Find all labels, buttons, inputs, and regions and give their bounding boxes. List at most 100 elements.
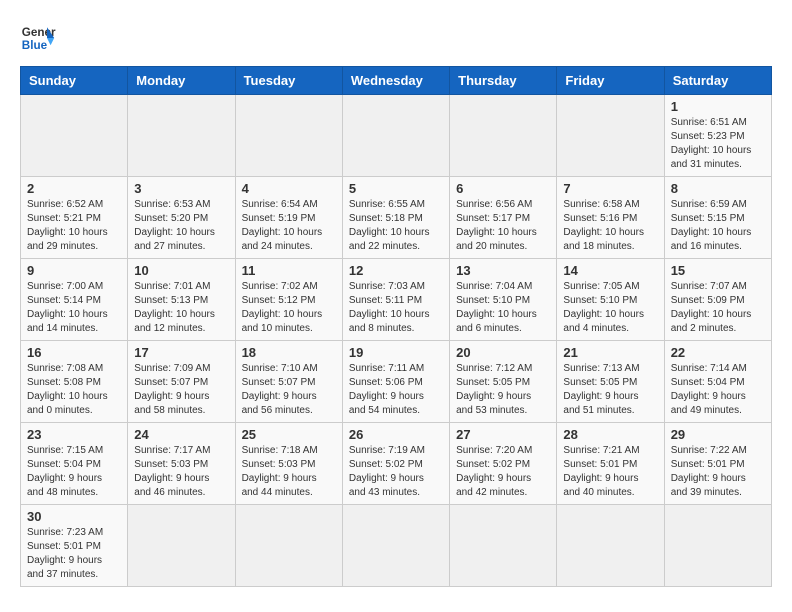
- day-number: 22: [671, 345, 765, 360]
- day-info: Sunrise: 7:12 AM Sunset: 5:05 PM Dayligh…: [456, 362, 550, 418]
- day-number: 2: [27, 181, 121, 196]
- day-number: 12: [349, 263, 443, 278]
- weekday-header-saturday: Saturday: [664, 67, 771, 95]
- calendar-week-row: 2Sunrise: 6:52 AM Sunset: 5:21 PM Daylig…: [21, 177, 772, 259]
- day-number: 21: [563, 345, 657, 360]
- calendar-day-cell: 18 Sunrise: 7:10 AM Sunset: 5:07 PM Dayli…: [235, 341, 342, 423]
- calendar-day-cell: 4Sunrise: 6:54 AM Sunset: 5:19 PM Daylig…: [235, 177, 342, 259]
- day-info: Sunrise: 7:01 AM Sunset: 5:13 PM Dayligh…: [134, 280, 228, 336]
- calendar-day-cell: 3 Sunrise: 6:53 AM Sunset: 5:20 PM Daylig…: [128, 177, 235, 259]
- day-number: 14: [563, 263, 657, 278]
- calendar-week-row: 16 Sunrise: 7:08 AM Sunset: 5:08 PM Dayli…: [21, 341, 772, 423]
- day-info: Sunrise: 7:17 AM Sunset: 5:03 PM Dayligh…: [134, 444, 228, 500]
- day-info: Sunrise: 6:56 AM Sunset: 5:17 PM Dayligh…: [456, 198, 550, 254]
- calendar-day-cell: [450, 95, 557, 177]
- logo-icon: General Blue: [20, 20, 56, 56]
- calendar-day-cell: [450, 505, 557, 587]
- calendar-day-cell: [557, 505, 664, 587]
- day-number: 30: [27, 509, 121, 524]
- day-info: Sunrise: 6:51 AM Sunset: 5:23 PM Dayligh…: [671, 116, 765, 172]
- calendar-day-cell: 29 Sunrise: 7:22 AM Sunset: 5:01 PM Dayli…: [664, 423, 771, 505]
- day-info: Sunrise: 7:14 AM Sunset: 5:04 PM Dayligh…: [671, 362, 765, 418]
- day-info: Sunrise: 7:11 AM Sunset: 5:06 PM Dayligh…: [349, 362, 443, 418]
- day-number: 9: [27, 263, 121, 278]
- day-info: Sunrise: 7:05 AM Sunset: 5:10 PM Dayligh…: [563, 280, 657, 336]
- day-number: 3: [134, 181, 228, 196]
- day-number: 6: [456, 181, 550, 196]
- day-info: Sunrise: 7:10 AM Sunset: 5:07 PM Dayligh…: [242, 362, 336, 418]
- calendar-day-cell: 23 Sunrise: 7:15 AM Sunset: 5:04 PM Dayli…: [21, 423, 128, 505]
- weekday-header-wednesday: Wednesday: [342, 67, 449, 95]
- day-info: Sunrise: 6:59 AM Sunset: 5:15 PM Dayligh…: [671, 198, 765, 254]
- calendar-day-cell: 22 Sunrise: 7:14 AM Sunset: 5:04 PM Dayli…: [664, 341, 771, 423]
- day-info: Sunrise: 6:54 AM Sunset: 5:19 PM Dayligh…: [242, 198, 336, 254]
- calendar-day-cell: [128, 505, 235, 587]
- day-number: 26: [349, 427, 443, 442]
- calendar-day-cell: 17 Sunrise: 7:09 AM Sunset: 5:07 PM Dayli…: [128, 341, 235, 423]
- day-info: Sunrise: 6:58 AM Sunset: 5:16 PM Dayligh…: [563, 198, 657, 254]
- calendar-day-cell: 25Sunrise: 7:18 AM Sunset: 5:03 PM Dayli…: [235, 423, 342, 505]
- calendar-day-cell: [235, 95, 342, 177]
- calendar-day-cell: [664, 505, 771, 587]
- calendar-day-cell: 27 Sunrise: 7:20 AM Sunset: 5:02 PM Dayli…: [450, 423, 557, 505]
- day-info: Sunrise: 7:03 AM Sunset: 5:11 PM Dayligh…: [349, 280, 443, 336]
- calendar-day-cell: 19Sunrise: 7:11 AM Sunset: 5:06 PM Dayli…: [342, 341, 449, 423]
- calendar-day-cell: [21, 95, 128, 177]
- day-number: 1: [671, 99, 765, 114]
- day-number: 5: [349, 181, 443, 196]
- day-info: Sunrise: 7:08 AM Sunset: 5:08 PM Dayligh…: [27, 362, 121, 418]
- logo: General Blue: [20, 20, 56, 56]
- day-number: 23: [27, 427, 121, 442]
- day-info: Sunrise: 7:07 AM Sunset: 5:09 PM Dayligh…: [671, 280, 765, 336]
- day-number: 20: [456, 345, 550, 360]
- calendar-day-cell: 1 Sunrise: 6:51 AM Sunset: 5:23 PM Daylig…: [664, 95, 771, 177]
- weekday-header-sunday: Sunday: [21, 67, 128, 95]
- day-info: Sunrise: 7:00 AM Sunset: 5:14 PM Dayligh…: [27, 280, 121, 336]
- calendar-day-cell: 8 Sunrise: 6:59 AM Sunset: 5:15 PM Daylig…: [664, 177, 771, 259]
- calendar-week-row: 9 Sunrise: 7:00 AM Sunset: 5:14 PM Daylig…: [21, 259, 772, 341]
- calendar-day-cell: 30 Sunrise: 7:23 AM Sunset: 5:01 PM Dayli…: [21, 505, 128, 587]
- calendar-table: SundayMondayTuesdayWednesdayThursdayFrid…: [20, 66, 772, 587]
- calendar-day-cell: 11 Sunrise: 7:02 AM Sunset: 5:12 PM Dayli…: [235, 259, 342, 341]
- day-number: 16: [27, 345, 121, 360]
- calendar-day-cell: 24 Sunrise: 7:17 AM Sunset: 5:03 PM Dayli…: [128, 423, 235, 505]
- day-info: Sunrise: 7:04 AM Sunset: 5:10 PM Dayligh…: [456, 280, 550, 336]
- day-info: Sunrise: 7:09 AM Sunset: 5:07 PM Dayligh…: [134, 362, 228, 418]
- day-number: 15: [671, 263, 765, 278]
- calendar-day-cell: 10 Sunrise: 7:01 AM Sunset: 5:13 PM Dayli…: [128, 259, 235, 341]
- calendar-day-cell: [235, 505, 342, 587]
- calendar-day-cell: 28 Sunrise: 7:21 AM Sunset: 5:01 PM Dayli…: [557, 423, 664, 505]
- day-number: 27: [456, 427, 550, 442]
- weekday-header-row: SundayMondayTuesdayWednesdayThursdayFrid…: [21, 67, 772, 95]
- day-info: Sunrise: 7:22 AM Sunset: 5:01 PM Dayligh…: [671, 444, 765, 500]
- day-number: 24: [134, 427, 228, 442]
- day-number: 11: [242, 263, 336, 278]
- day-number: 10: [134, 263, 228, 278]
- weekday-header-monday: Monday: [128, 67, 235, 95]
- calendar-week-row: 30 Sunrise: 7:23 AM Sunset: 5:01 PM Dayli…: [21, 505, 772, 587]
- calendar-week-row: 1 Sunrise: 6:51 AM Sunset: 5:23 PM Daylig…: [21, 95, 772, 177]
- calendar-day-cell: 15 Sunrise: 7:07 AM Sunset: 5:09 PM Dayli…: [664, 259, 771, 341]
- calendar-day-cell: 6 Sunrise: 6:56 AM Sunset: 5:17 PM Daylig…: [450, 177, 557, 259]
- calendar-week-row: 23 Sunrise: 7:15 AM Sunset: 5:04 PM Dayli…: [21, 423, 772, 505]
- weekday-header-friday: Friday: [557, 67, 664, 95]
- calendar-day-cell: 20 Sunrise: 7:12 AM Sunset: 5:05 PM Dayli…: [450, 341, 557, 423]
- day-number: 29: [671, 427, 765, 442]
- day-number: 7: [563, 181, 657, 196]
- calendar-day-cell: 16 Sunrise: 7:08 AM Sunset: 5:08 PM Dayli…: [21, 341, 128, 423]
- day-info: Sunrise: 7:15 AM Sunset: 5:04 PM Dayligh…: [27, 444, 121, 500]
- day-number: 17: [134, 345, 228, 360]
- day-info: Sunrise: 6:53 AM Sunset: 5:20 PM Dayligh…: [134, 198, 228, 254]
- day-info: Sunrise: 7:20 AM Sunset: 5:02 PM Dayligh…: [456, 444, 550, 500]
- day-info: Sunrise: 7:21 AM Sunset: 5:01 PM Dayligh…: [563, 444, 657, 500]
- calendar-day-cell: [128, 95, 235, 177]
- calendar-day-cell: 21Sunrise: 7:13 AM Sunset: 5:05 PM Dayli…: [557, 341, 664, 423]
- day-number: 8: [671, 181, 765, 196]
- day-info: Sunrise: 6:55 AM Sunset: 5:18 PM Dayligh…: [349, 198, 443, 254]
- day-info: Sunrise: 7:23 AM Sunset: 5:01 PM Dayligh…: [27, 526, 121, 582]
- day-info: Sunrise: 7:02 AM Sunset: 5:12 PM Dayligh…: [242, 280, 336, 336]
- calendar-day-cell: [342, 95, 449, 177]
- calendar-day-cell: 2Sunrise: 6:52 AM Sunset: 5:21 PM Daylig…: [21, 177, 128, 259]
- day-number: 18: [242, 345, 336, 360]
- day-number: 28: [563, 427, 657, 442]
